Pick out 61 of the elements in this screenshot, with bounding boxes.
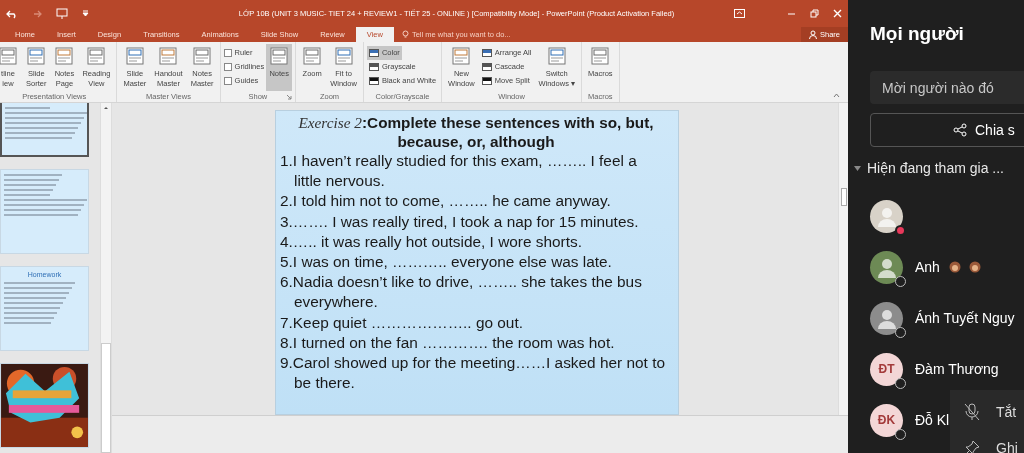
ribbon-command-icon (86, 46, 107, 66)
restore-icon[interactable] (810, 9, 819, 18)
dialog-launcher-icon[interactable] (286, 94, 293, 100)
collapse-ribbon-icon[interactable] (833, 93, 840, 98)
exercise-sentence: 4.….. it was really hot outside, I wore shorts. (280, 231, 583, 252)
ribbon-command-icon (269, 46, 290, 66)
share-icon (953, 123, 967, 137)
ribbon-command-icon (192, 46, 213, 66)
participant-name: Ánh Tuyết Nguy (915, 308, 1015, 328)
ribbon-display-icon[interactable] (734, 9, 745, 18)
ribbon-command-icon (368, 63, 379, 71)
person-icon (875, 307, 898, 329)
ribbon-command-icon (0, 46, 18, 66)
undo-icon[interactable] (6, 8, 18, 19)
ribbon-command-icon (368, 77, 379, 85)
ribbon-command-icon (451, 46, 472, 66)
slide-title: Exercise 2:Complete these sentences with so, but, because, or, although (297, 113, 655, 151)
ribbon-command-icon (481, 77, 492, 85)
ribbon-command-icon (124, 46, 145, 66)
participant-name: Anh (915, 257, 940, 277)
exercise-sentence: 8.I turned on the fan …………. the room was hot. (280, 332, 616, 353)
ribbon-command-icon (590, 46, 611, 66)
avatar: ĐK (870, 403, 903, 437)
redo-icon[interactable] (32, 8, 42, 19)
person-icon (809, 29, 817, 39)
customize-caret-icon[interactable] (82, 10, 89, 17)
exercise-sentence: 5.I was on time, ……….. everyone else was late. (280, 252, 613, 272)
menu-item[interactable]: Ghi (950, 430, 1024, 453)
scrollbar-thumb[interactable] (840, 188, 847, 206)
ribbon-command-icon (302, 46, 323, 66)
ribbon-command-icon (54, 46, 75, 66)
exercise-sentence: 9.Carol showed up for the meeting……I asked her not to be there. (280, 353, 666, 394)
section-label[interactable]: Hiện đang tham gia ... (867, 158, 1004, 179)
ribbon-command-icon (546, 46, 567, 66)
ribbon-command-icon (481, 63, 492, 71)
exercise-sentence: 2.I told him not to come, …….. he came anyway. (280, 191, 612, 212)
ribbon-command-icon (333, 46, 354, 66)
participant-name: Đàm Thương (915, 359, 999, 379)
ribbon-command-icon (158, 46, 179, 66)
invite-field[interactable]: Mời người nào đó (870, 71, 1024, 104)
avatar: ĐT (870, 352, 903, 386)
person-icon (875, 205, 898, 227)
microphone-muted-icon (964, 403, 980, 421)
person-icon (875, 256, 898, 278)
scrollbar-thumb[interactable] (101, 343, 111, 453)
exercise-sentence: 1.I haven’t really studied for this exam, …….. I feel a little nervous. (280, 151, 638, 192)
exercise-sentence: 7.Keep quiet ……………….. go out. (280, 312, 524, 333)
exercise-sentence: 3.……. I was really tired, I took a nap for 15 minutes. (280, 211, 640, 232)
menu-item[interactable]: Tắt (950, 394, 1023, 430)
caret-icon[interactable] (854, 165, 861, 172)
exercise-sentence: 6.Nadia doesn’t like to drive, …….. she takes the bus everywhere. (280, 272, 643, 313)
slide-thumbnail[interactable] (0, 103, 89, 157)
ribbon-command-icon (481, 49, 492, 57)
share-button[interactable]: Chia s (870, 113, 1024, 147)
presentation-icon[interactable] (56, 8, 68, 19)
close-icon[interactable] (833, 9, 842, 18)
ribbon-command-icon (368, 49, 379, 57)
pin-icon (964, 440, 980, 453)
participant-name: Đỗ Kl (915, 410, 950, 430)
ribbon-command-icon (26, 46, 47, 66)
panel-title: Mọi người (870, 22, 965, 46)
